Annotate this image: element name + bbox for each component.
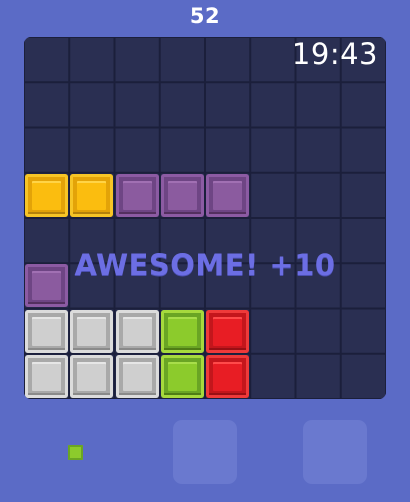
block-yellow (25, 173, 68, 217)
score-label: 52 (189, 4, 221, 28)
block-purple (160, 173, 204, 217)
block-face (77, 361, 107, 391)
game-board[interactable]: 19:43 AWESOME! +10 (24, 37, 386, 399)
block-face (77, 180, 107, 210)
block-purple (206, 173, 249, 217)
timer-label: 19:43 (291, 37, 378, 71)
block-face (122, 180, 152, 210)
block-red (206, 354, 249, 398)
block-grey (70, 309, 114, 353)
block-face (213, 361, 242, 391)
block-face (167, 180, 197, 210)
block-yellow (70, 173, 114, 217)
block-green (160, 354, 204, 398)
block-green (160, 309, 204, 353)
block-face (77, 316, 107, 346)
tray-slot-2-empty[interactable] (173, 420, 237, 484)
block-red (206, 309, 249, 353)
block-face (32, 361, 61, 391)
block-face (122, 361, 152, 391)
block-face (122, 316, 152, 346)
combo-message: AWESOME! +10 (74, 248, 336, 282)
game-screen: 52 19:43 AWESOME! +10 (0, 0, 410, 502)
block-grey (25, 309, 68, 353)
tray-piece-single-block[interactable] (68, 445, 83, 460)
block-face (32, 180, 61, 210)
block-grey (25, 354, 68, 398)
block-grey (70, 354, 114, 398)
tray-slot-3-empty[interactable] (303, 420, 367, 484)
block-face (167, 316, 197, 346)
block-grey (115, 354, 159, 398)
block-purple (115, 173, 159, 217)
block-grey (115, 309, 159, 353)
block-face (32, 316, 61, 346)
block-face (213, 316, 242, 346)
block-face (213, 180, 242, 210)
block-face (167, 361, 197, 391)
